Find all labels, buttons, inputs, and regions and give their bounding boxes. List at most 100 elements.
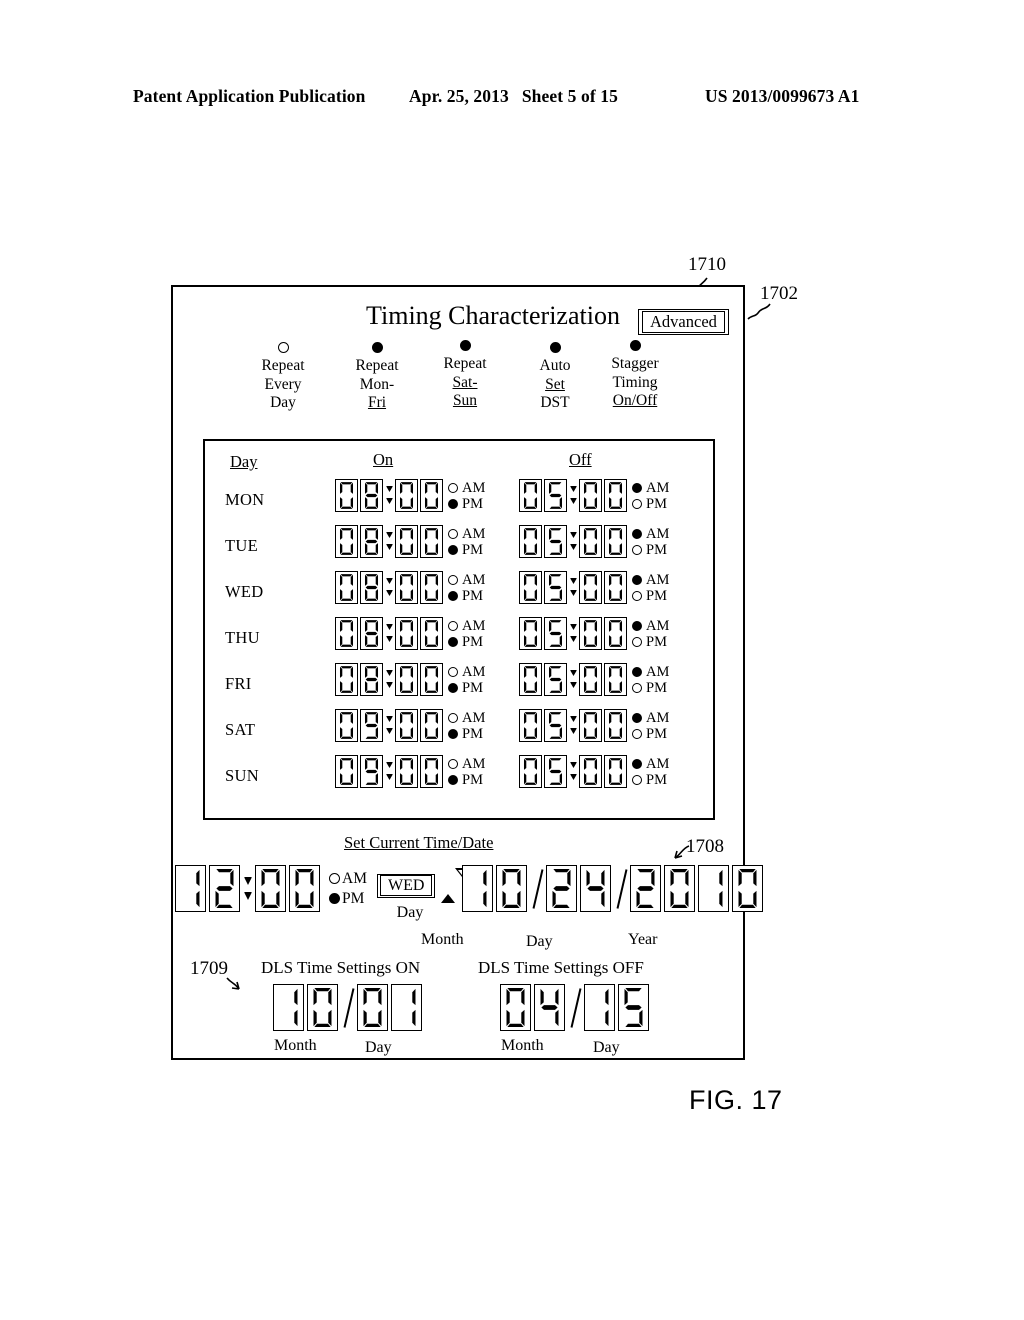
- pm-option[interactable]: PM: [632, 679, 669, 696]
- radio-pm[interactable]: [632, 544, 642, 555]
- radio-pm[interactable]: [632, 774, 642, 785]
- seven-segment-digit[interactable]: [395, 754, 418, 788]
- time-entry-on[interactable]: AM PM: [335, 477, 485, 523]
- am-option[interactable]: AM: [448, 617, 485, 634]
- radio-pm[interactable]: [632, 728, 642, 739]
- advanced-button[interactable]: Advanced: [638, 309, 729, 335]
- weekday-value-box[interactable]: WED: [376, 873, 436, 898]
- seven-segment-digit[interactable]: [618, 984, 649, 1031]
- seven-segment-digit[interactable]: [335, 616, 358, 650]
- radio-pm[interactable]: [448, 728, 458, 739]
- radio-am[interactable]: [448, 620, 458, 631]
- time-entry-off[interactable]: AM PM: [519, 661, 669, 707]
- pm-option[interactable]: PM: [632, 725, 669, 742]
- radio-stagger-timing[interactable]: [629, 340, 641, 351]
- radio-pm[interactable]: [448, 498, 458, 509]
- seven-segment-digit[interactable]: [175, 865, 206, 912]
- radio-am[interactable]: [632, 712, 642, 723]
- ampm-selector[interactable]: AM PM: [448, 709, 485, 742]
- am-option[interactable]: AM: [632, 571, 669, 588]
- seven-segment-digit[interactable]: [420, 662, 443, 696]
- radio-am[interactable]: [448, 712, 458, 723]
- radio-pm[interactable]: [632, 636, 642, 647]
- seven-segment-digit[interactable]: [664, 865, 696, 912]
- seven-segment-digit[interactable]: [519, 570, 542, 604]
- am-option[interactable]: AM: [448, 571, 485, 588]
- am-option[interactable]: AM: [448, 525, 485, 542]
- seven-segment-digit[interactable]: [335, 662, 358, 696]
- seven-segment-digit[interactable]: [579, 478, 602, 512]
- pm-option[interactable]: PM: [632, 587, 669, 604]
- radio-am[interactable]: [632, 482, 642, 493]
- current-time-display[interactable]: [175, 865, 323, 912]
- seven-segment-digit[interactable]: [360, 478, 383, 512]
- weekday-spinner[interactable]: [441, 867, 470, 903]
- seven-segment-digit[interactable]: [579, 708, 602, 742]
- radio-repeat-sat-sun[interactable]: [459, 340, 471, 351]
- radio-repeat-every-day[interactable]: [277, 342, 289, 353]
- radio-current-am[interactable]: [329, 873, 340, 885]
- ampm-selector[interactable]: AM PM: [448, 525, 485, 558]
- seven-segment-digit[interactable]: [604, 524, 627, 558]
- seven-segment-digit[interactable]: [519, 662, 542, 696]
- radio-pm[interactable]: [632, 590, 642, 601]
- seven-segment-digit[interactable]: [420, 754, 443, 788]
- seven-segment-digit[interactable]: [360, 754, 383, 788]
- time-entry-off[interactable]: AM PM: [519, 523, 669, 569]
- seven-segment-digit[interactable]: [519, 524, 542, 558]
- time-entry-off[interactable]: AM PM: [519, 753, 669, 799]
- radio-auto-set-dst[interactable]: [549, 342, 561, 353]
- mode-repeat-mon-fri[interactable]: Repeat Mon- Fri: [329, 342, 425, 413]
- seven-segment-digit[interactable]: [604, 616, 627, 650]
- seven-segment-digit[interactable]: [698, 865, 730, 912]
- time-entry-on[interactable]: AM PM: [335, 523, 485, 569]
- seven-segment-digit[interactable]: [544, 754, 567, 788]
- seven-segment-digit[interactable]: [360, 524, 383, 558]
- seven-segment-digit[interactable]: [544, 616, 567, 650]
- pm-option[interactable]: PM: [448, 541, 485, 558]
- seven-segment-digit[interactable]: [420, 570, 443, 604]
- mode-stagger-timing[interactable]: Stagger Timing On/Off: [587, 340, 683, 411]
- seven-segment-digit[interactable]: [544, 524, 567, 558]
- ampm-selector[interactable]: AM PM: [632, 571, 669, 604]
- pm-option[interactable]: PM: [448, 495, 485, 512]
- time-entry-on[interactable]: AM PM: [335, 569, 485, 615]
- ampm-selector[interactable]: AM PM: [448, 755, 485, 788]
- seven-segment-digit[interactable]: [580, 865, 612, 912]
- seven-segment-digit[interactable]: [420, 708, 443, 742]
- seven-segment-digit[interactable]: [604, 478, 627, 512]
- seven-segment-digit[interactable]: [579, 662, 602, 696]
- seven-segment-digit[interactable]: [604, 662, 627, 696]
- seven-segment-digit[interactable]: [360, 708, 383, 742]
- seven-segment-digit[interactable]: [420, 478, 443, 512]
- seven-segment-digit[interactable]: [579, 754, 602, 788]
- radio-am[interactable]: [632, 758, 642, 769]
- seven-segment-digit[interactable]: [496, 865, 528, 912]
- seven-segment-digit[interactable]: [420, 524, 443, 558]
- seven-segment-digit[interactable]: [544, 662, 567, 696]
- ampm-selector[interactable]: AM PM: [448, 571, 485, 604]
- pm-option[interactable]: PM: [448, 633, 485, 650]
- time-entry-on[interactable]: AM PM: [335, 615, 485, 661]
- am-option[interactable]: AM: [632, 479, 669, 496]
- ampm-selector[interactable]: AM PM: [632, 479, 669, 512]
- pm-option[interactable]: PM: [632, 541, 669, 558]
- seven-segment-digit[interactable]: [500, 984, 531, 1031]
- seven-segment-digit[interactable]: [519, 616, 542, 650]
- am-option[interactable]: AM: [632, 525, 669, 542]
- radio-am[interactable]: [632, 528, 642, 539]
- seven-segment-digit[interactable]: [360, 616, 383, 650]
- time-entry-off[interactable]: AM PM: [519, 477, 669, 523]
- time-entry-off[interactable]: AM PM: [519, 615, 669, 661]
- pm-option[interactable]: PM: [632, 495, 669, 512]
- time-entry-on[interactable]: AM PM: [335, 661, 485, 707]
- seven-segment-digit[interactable]: [604, 570, 627, 604]
- time-entry-off[interactable]: AM PM: [519, 707, 669, 753]
- ampm-selector[interactable]: AM PM: [632, 525, 669, 558]
- seven-segment-digit[interactable]: [335, 708, 358, 742]
- current-pm-option[interactable]: PM: [329, 889, 367, 909]
- time-entry-on[interactable]: AM PM: [335, 753, 485, 799]
- am-option[interactable]: AM: [632, 663, 669, 680]
- radio-pm[interactable]: [448, 544, 458, 555]
- seven-segment-digit[interactable]: [534, 984, 565, 1031]
